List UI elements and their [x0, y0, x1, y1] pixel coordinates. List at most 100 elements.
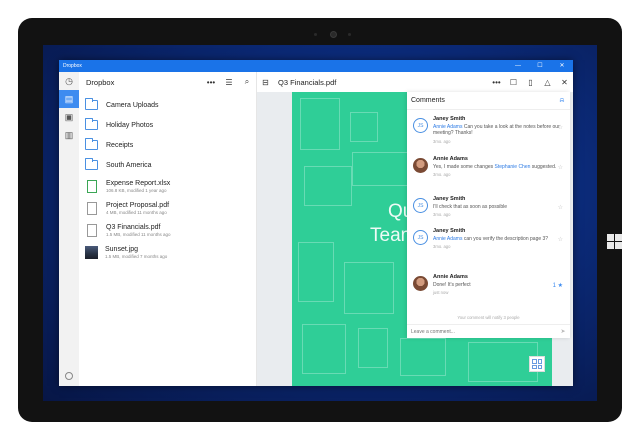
list-item[interactable]: Holiday Photos: [85, 116, 153, 134]
spreadsheet-icon: [87, 179, 97, 193]
file-pane-header: Dropbox ••• ☰ ⌕: [79, 72, 256, 92]
item-name: Expense Report.xlsx: [106, 179, 171, 187]
list-item[interactable]: Q3 Financials.pdf 1.5 MB, modified 11 mo…: [85, 221, 170, 239]
comment-item: JS Janey Smith Annie Adams Can you take …: [413, 116, 563, 145]
comment-time: 3mo. ago: [433, 172, 451, 177]
folder-icon: [85, 138, 98, 150]
dropbox-icon[interactable]: △: [539, 78, 556, 87]
offline-icon[interactable]: ▥: [59, 126, 79, 144]
comments-header: Comments ⍾: [407, 92, 570, 110]
title-bar: Dropbox — ☐ ✕: [59, 60, 573, 72]
left-rail: ◷ ▤ ▣ ▥: [59, 72, 79, 386]
list-item[interactable]: South America: [85, 156, 152, 174]
folder-icon: [85, 98, 98, 110]
comment-time: 3mo. ago: [433, 138, 451, 144]
sort-icon[interactable]: ☰: [220, 78, 238, 87]
gear-icon[interactable]: [65, 372, 73, 380]
window-title: Dropbox: [63, 63, 82, 69]
list-item[interactable]: Sunset.jpg 1.5 MB, modified 7 months ago: [85, 243, 167, 261]
star-icon[interactable]: ☆: [558, 124, 563, 131]
comment-item: Annie Adams Done! It's perfect just now …: [413, 274, 563, 297]
details-panel-icon[interactable]: ⊟: [257, 78, 274, 87]
image-thumbnail: [85, 245, 98, 259]
mention-link[interactable]: Annie Adams: [433, 236, 462, 242]
front-camera: [330, 31, 337, 38]
comment-body: Janey Smith I'll check that as soon as p…: [433, 196, 563, 219]
comment-text: Yes, I made some changes: [433, 163, 495, 170]
item-meta: 1.5 MB, modified 7 months ago: [105, 253, 168, 259]
more-icon[interactable]: •••: [488, 78, 505, 87]
pdf-icon: [87, 223, 97, 237]
comment-text: can you verify the description page 3?: [462, 235, 549, 242]
avatar: [413, 276, 428, 291]
star-icon[interactable]: ☆: [558, 236, 563, 243]
photos-icon[interactable]: ▣: [59, 108, 79, 126]
item-meta: 1.5 MB, modified 11 months ago: [106, 231, 171, 237]
maximize-button[interactable]: ☐: [529, 60, 551, 72]
file-title: Q3 Financials.pdf: [278, 77, 337, 87]
comments-title: Comments: [411, 97, 445, 104]
history-icon[interactable]: ◷: [59, 72, 79, 90]
comment-body: Janey Smith Annie Adams can you verify t…: [433, 228, 563, 251]
comment-author: Janey Smith: [433, 116, 466, 122]
pdf-icon: [87, 201, 97, 215]
star-icon[interactable]: ☆: [558, 164, 563, 171]
comment-input-bar: ➤: [407, 324, 570, 338]
page-graphic: [344, 262, 394, 314]
item-meta: 106.8 KB, modified 1 year ago: [106, 187, 167, 193]
file-pane: Dropbox ••• ☰ ⌕ Camera Uploads Holiday P…: [79, 72, 257, 386]
files-icon[interactable]: ▤: [59, 90, 79, 108]
device-icon[interactable]: ▯: [522, 78, 539, 87]
star-icon[interactable]: ☆: [558, 204, 563, 211]
screen: Dropbox — ☐ ✕ ◷ ▤ ▣ ▥ Dropbox ••• ☰ ⌕ Ca…: [43, 45, 597, 401]
like-count: 1: [552, 283, 556, 289]
breadcrumb: Dropbox: [86, 77, 115, 87]
like-count-star-icon[interactable]: 1 ★: [553, 282, 563, 289]
comment-author: Annie Adams: [433, 274, 468, 280]
comment-input[interactable]: [411, 328, 556, 335]
avatar: JS: [413, 198, 428, 213]
list-item[interactable]: Camera Uploads: [85, 96, 159, 114]
minimize-button[interactable]: —: [507, 60, 529, 72]
sensor-dot: [314, 33, 317, 36]
comment-item: JS Janey Smith I'll check that as soon a…: [413, 196, 563, 219]
mention-link[interactable]: Annie Adams: [433, 124, 462, 130]
comment-text: Done! It's perfect: [433, 281, 471, 288]
close-window-button[interactable]: ✕: [551, 60, 573, 72]
close-icon[interactable]: ✕: [556, 78, 573, 87]
send-icon[interactable]: ➤: [556, 328, 570, 335]
avatar: JS: [413, 230, 428, 245]
viewer-header: ⊟ Q3 Financials.pdf ••• ☐ ▯ △ ✕: [257, 72, 573, 92]
comment-text: I'll check that as soon as possible: [433, 203, 508, 210]
bell-icon[interactable]: ⍾: [554, 97, 570, 105]
search-icon[interactable]: ⌕: [238, 77, 256, 87]
folder-icon: [85, 118, 98, 130]
page-graphic: [298, 242, 334, 302]
dropbox-window: Dropbox — ☐ ✕ ◷ ▤ ▣ ▥ Dropbox ••• ☰ ⌕ Ca…: [59, 60, 573, 386]
more-icon[interactable]: •••: [202, 78, 220, 87]
folder-icon: [85, 158, 98, 170]
list-item[interactable]: Receipts: [85, 136, 133, 154]
item-name: Camera Uploads: [106, 101, 159, 109]
windows-logo-icon[interactable]: [607, 234, 623, 250]
comment-time: 3mo. ago: [433, 212, 451, 217]
item-name: Receipts: [106, 141, 134, 149]
comment-icon[interactable]: ☐: [505, 78, 522, 87]
notify-note: Your comment will notify 3 people: [457, 315, 520, 320]
page-graphic: [468, 342, 538, 382]
comment-body: Annie Adams Done! It's perfect just now: [433, 274, 563, 297]
comment-time: 3mo. ago: [433, 244, 451, 249]
page-graphic: [302, 324, 346, 374]
page-graphic: [350, 112, 378, 142]
comment-time: just now: [433, 290, 449, 295]
comment-author: Janey Smith: [433, 196, 466, 202]
grid-view-icon[interactable]: [529, 356, 545, 372]
mention-link[interactable]: Stephanie Chen: [495, 164, 531, 170]
list-item[interactable]: Expense Report.xlsx 106.8 KB, modified 1…: [85, 177, 170, 195]
comment-body: Annie Adams Yes, I made some changes Ste…: [433, 156, 563, 179]
list-item[interactable]: Project Proposal.pdf 4 MB, modified 11 m…: [85, 199, 169, 217]
item-name: Holiday Photos: [106, 121, 154, 129]
page-graphic: [300, 98, 340, 150]
item-name: South America: [106, 161, 152, 169]
item-name: Project Proposal.pdf: [106, 201, 170, 209]
